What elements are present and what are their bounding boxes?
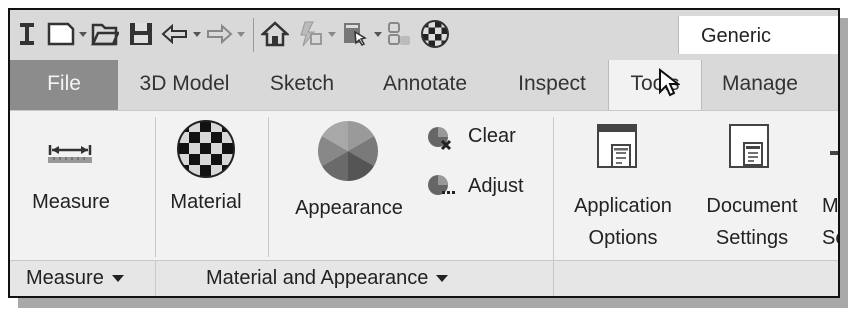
material-icon [177, 120, 235, 178]
window-shadow-bottom [18, 298, 848, 308]
material-label: Material [170, 191, 242, 213]
panel-separator [155, 117, 156, 257]
tab-file[interactable]: File [10, 60, 118, 110]
new-file-icon[interactable] [46, 19, 76, 49]
update-icon[interactable] [294, 19, 324, 49]
application-options-button[interactable]: Application Options [560, 117, 690, 257]
panel-title-bar: Measure Material and Appearance [10, 260, 838, 296]
mouse-pointer-icon [659, 68, 680, 97]
chevron-down-icon [111, 275, 124, 283]
app-window: Generic File 3D Model Sketch Annotate In… [8, 8, 840, 298]
document-settings-label-2: Settings [715, 227, 789, 249]
appearance-label: Appearance [295, 197, 403, 219]
clear-icon [428, 127, 452, 151]
panel-separator [155, 261, 156, 296]
text-cursor-icon[interactable] [12, 19, 42, 49]
measure-panel-label: Measure [26, 267, 104, 289]
measure-icon [48, 145, 92, 163]
migrate-settings-button[interactable]: Mi Se [814, 117, 839, 257]
ribbon-tab-bar: File 3D Model Sketch Annotate Inspect To… [10, 60, 838, 110]
undo-icon[interactable] [160, 19, 190, 49]
home-icon[interactable] [260, 19, 290, 49]
tab-sketch[interactable]: Sketch [255, 60, 349, 110]
tab-3d-model[interactable]: 3D Model [123, 60, 246, 110]
document-settings-button[interactable]: Document Settings [692, 117, 810, 257]
measure-panel-title[interactable]: Measure [26, 267, 124, 290]
appearance-icon [317, 120, 379, 181]
ipart-icon[interactable] [384, 19, 414, 49]
appearance-button[interactable]: Appearance [282, 117, 418, 237]
open-folder-icon[interactable] [90, 19, 120, 49]
migrate-label-2: Se [822, 227, 838, 249]
measure-button[interactable]: Measure [28, 123, 138, 233]
tab-manage[interactable]: Manage [710, 60, 810, 110]
adjust-label: Adjust [468, 175, 524, 197]
material-button[interactable]: Material [160, 117, 260, 237]
adjust-appearance-button[interactable]: Adjust [422, 169, 552, 203]
panel-separator [268, 117, 269, 257]
adjust-icon [428, 175, 455, 195]
chevron-down-icon[interactable] [79, 32, 87, 37]
migrate-label-1: Mi [822, 195, 839, 217]
chevron-down-icon [436, 275, 449, 283]
document-settings-icon [729, 124, 769, 168]
application-options-icon [597, 124, 637, 168]
tab-tools[interactable]: Tools [608, 60, 702, 110]
chevron-down-icon[interactable] [193, 32, 201, 37]
appearance-style-value: Generic [701, 25, 772, 47]
arrow-icon [830, 151, 838, 155]
material-appearance-panel-label: Material and Appearance [206, 267, 429, 289]
chevron-down-icon[interactable] [237, 32, 245, 37]
clear-appearance-button[interactable]: Clear [422, 121, 542, 155]
toolbar-separator [253, 18, 254, 52]
document-settings-label-1: Document [706, 195, 798, 217]
material-appearance-panel-title[interactable]: Material and Appearance [206, 267, 449, 290]
window-shadow-right [840, 18, 848, 306]
appearance-style-dropdown[interactable]: Generic [678, 16, 838, 54]
measure-label: Measure [32, 191, 110, 213]
quick-access-toolbar: Generic [10, 10, 838, 60]
color-sphere-icon[interactable] [420, 19, 450, 49]
select-icon[interactable] [340, 19, 370, 49]
clear-label: Clear [468, 125, 516, 147]
panel-separator [553, 261, 554, 296]
redo-icon[interactable] [204, 19, 234, 49]
save-icon[interactable] [126, 19, 156, 49]
chevron-down-icon[interactable] [374, 32, 382, 37]
tab-inspect[interactable]: Inspect [504, 60, 600, 110]
application-options-label-1: Application [574, 195, 672, 217]
ribbon-panel: Measure Material Appearance Clear Adjust… [10, 110, 839, 296]
application-options-label-2: Options [588, 227, 658, 249]
chevron-down-icon[interactable] [328, 32, 336, 37]
tab-annotate[interactable]: Annotate [370, 60, 480, 110]
